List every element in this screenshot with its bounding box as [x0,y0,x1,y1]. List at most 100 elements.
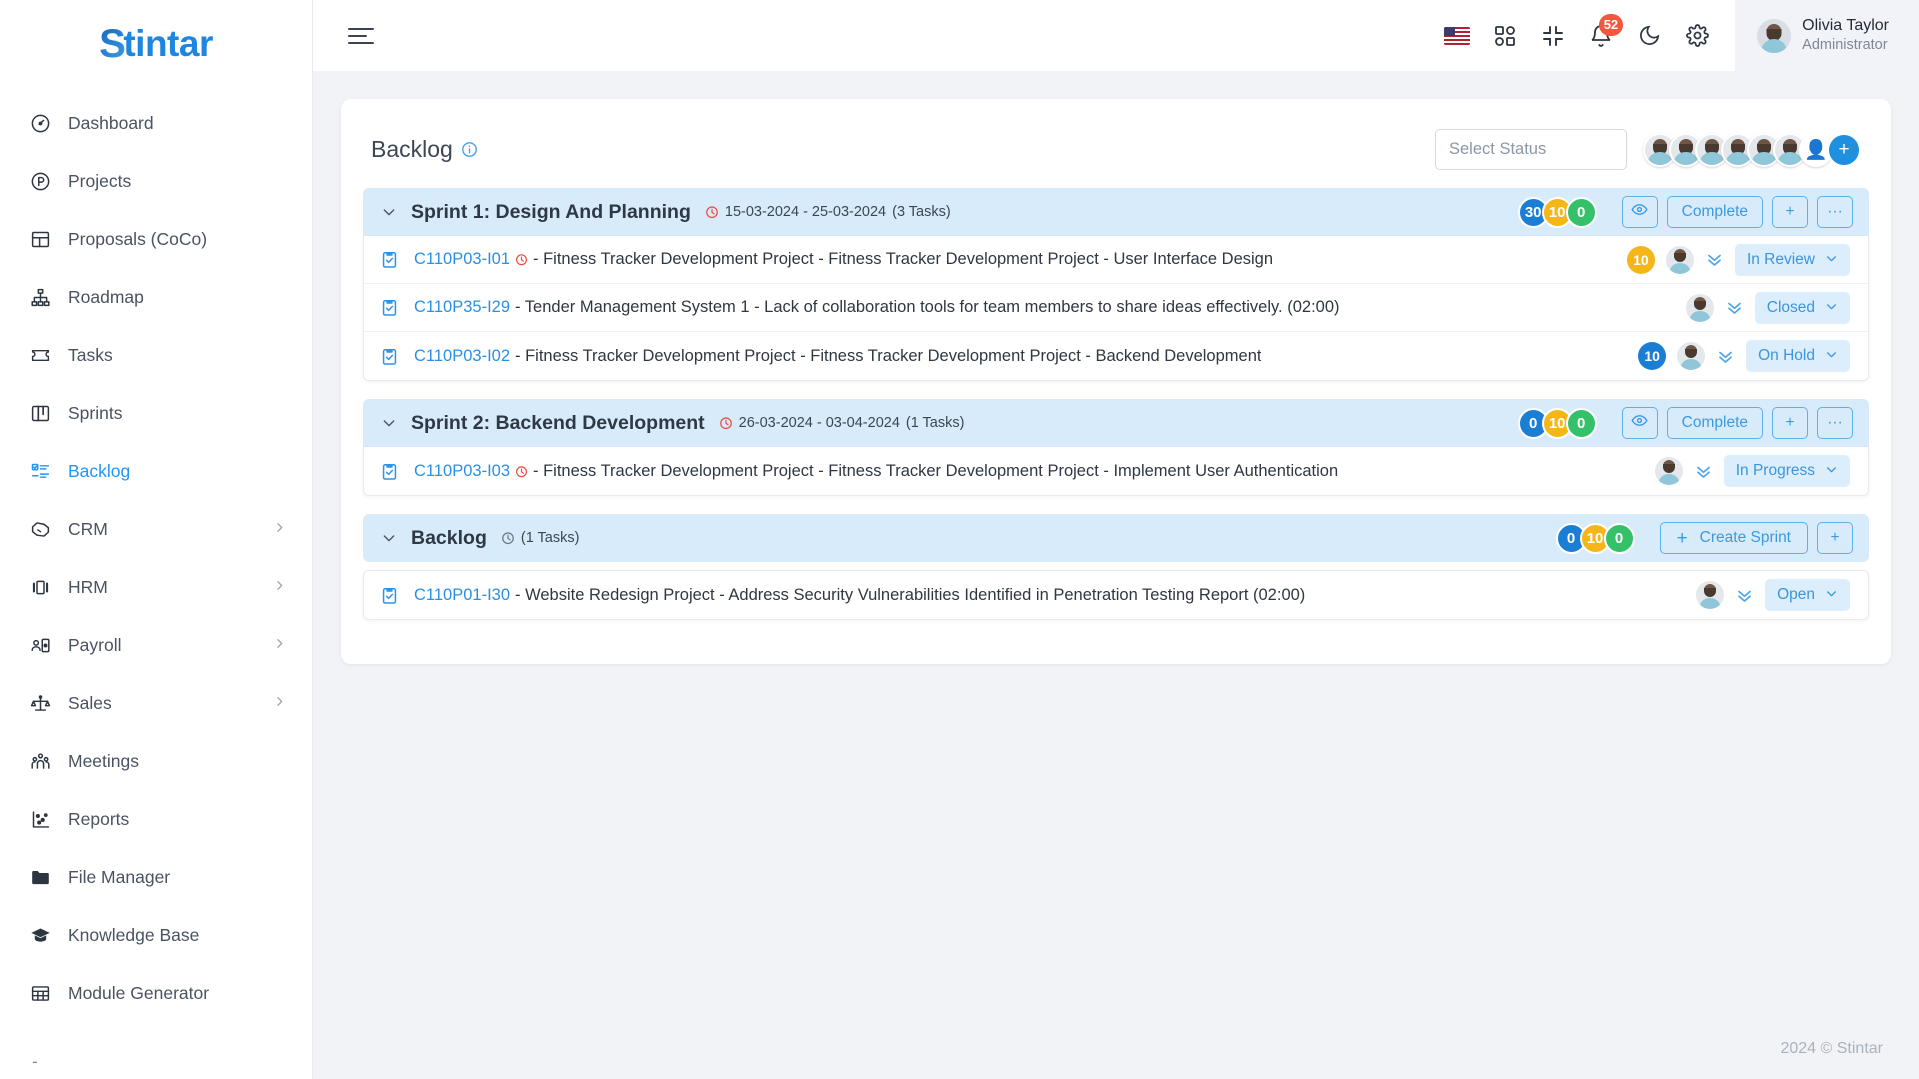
sprint-more-button[interactable]: ··· [1817,196,1853,228]
task-status-select[interactable]: In Review [1734,243,1850,276]
sidebar-item-payroll[interactable]: Payroll [0,616,312,674]
collapse-toggle-icon[interactable] [381,204,397,220]
sprint-complete-button[interactable]: Complete [1666,196,1763,228]
sidebar-item-backlog[interactable]: Backlog [0,442,312,500]
task-key[interactable]: C110P03-I01 [414,250,510,269]
language-selector[interactable] [1433,12,1481,60]
sidebar-item-label: Projects [68,170,132,191]
sidebar-item-hrm[interactable]: HRM [0,558,312,616]
sprint-task-count: (1 Tasks) [905,415,965,431]
double-chevron-down-icon[interactable] [1725,298,1744,317]
app-logo[interactable]: Stintar [0,0,312,88]
user-profile-menu[interactable]: Olivia Taylor Administrator [1735,0,1919,71]
apps-grid-icon[interactable] [1481,12,1529,60]
task-clipboard-icon [380,297,402,319]
sprint-group-header: Sprint 1: Design And Planning 15-03-2024… [363,188,1869,236]
sidebar-item-reports[interactable]: Reports [0,790,312,848]
task-key[interactable]: C110P03-I02 [414,347,510,366]
sidebar-item-meetings[interactable]: Meetings [0,732,312,790]
collapse-toggle-icon[interactable] [381,415,397,431]
sidebar-item-sales[interactable]: Sales [0,674,312,732]
collapse-toggle-icon[interactable] [381,530,397,546]
sidebar-item-file-manager[interactable]: File Manager [0,848,312,906]
double-chevron-down-icon[interactable] [1735,586,1754,605]
sidebar-trailing-dash: - [32,1052,38,1071]
plus-icon: + [1676,527,1688,549]
sidebar-item-crm[interactable]: CRM [0,500,312,558]
moon-icon[interactable] [1625,12,1673,60]
sidebar-item-tasks[interactable]: Tasks [0,326,312,384]
top-bar-actions: 52 Olivia Taylor Administrator [1433,0,1919,71]
add-member-button[interactable]: + [1827,132,1861,167]
sprint-add-task-button[interactable]: + [1772,196,1808,228]
backlog-add-task-button[interactable]: + [1817,522,1853,554]
create-sprint-label: Create Sprint [1699,529,1791,546]
chevron-down-icon [1825,463,1838,479]
task-status-select[interactable]: Closed [1754,291,1850,324]
sprint-stat-pills: 30 10 0 [1517,196,1597,228]
task-status-select[interactable]: In Progress [1723,455,1850,487]
chevron-down-icon [1825,348,1838,364]
task-status-select[interactable]: On Hold [1746,340,1850,372]
task-status-select[interactable]: Open [1765,579,1850,611]
task-assignee-avatar[interactable] [1654,457,1683,485]
create-sprint-button[interactable]: + Create Sprint [1659,522,1808,554]
info-icon[interactable] [461,141,478,158]
task-key[interactable]: C110P03-I03 [414,462,510,481]
sidebar-item-dashboard[interactable]: Dashboard [0,94,312,152]
task-assignee-avatar[interactable] [1685,293,1714,322]
task-key[interactable]: C110P35-I29 [414,298,510,317]
logo-wordmark: tintar [123,23,213,64]
grid-table-icon [30,983,60,1004]
member-avatar-stack: 👤 [1643,132,1833,167]
table-row[interactable]: C110P03-I02 - Fitness Tracker Developmen… [364,332,1868,380]
double-chevron-down-icon[interactable] [1694,462,1713,481]
sprint-group-header: Sprint 2: Backend Development 26-03-2024… [363,399,1869,447]
task-assignee-avatar[interactable] [1696,581,1725,609]
sprint-meta: (1 Tasks) [501,530,580,546]
sidebar-item-roadmap[interactable]: Roadmap [0,268,312,326]
gear-icon[interactable] [1673,12,1721,60]
chevron-down-icon [1825,252,1838,268]
double-chevron-down-icon[interactable] [1716,347,1735,366]
hamburger-icon[interactable] [348,27,382,44]
table-row[interactable]: C110P03-I03 - Fitness Tracker Developmen… [364,447,1868,495]
sprint-task-count: (3 Tasks) [892,204,951,220]
task-assignee-avatar[interactable] [1665,245,1694,274]
chevron-down-icon [1825,300,1838,316]
sprint-preview-button[interactable] [1621,196,1658,228]
sidebar-item-proposals-coco[interactable]: Proposals (CoCo) [0,210,312,268]
status-filter-select[interactable]: Select Status [1435,129,1627,170]
notifications-button[interactable]: 52 [1577,12,1625,60]
sidebar-item-sprints[interactable]: Sprints [0,384,312,442]
layout-icon [30,229,60,250]
task-story-points: 10 [1626,245,1655,274]
collapse-screen-icon[interactable] [1529,12,1577,60]
task-status-label: In Progress [1735,462,1815,479]
footer: 2024 © Stintar [313,1019,1919,1079]
task-clipboard-icon [380,345,402,367]
sidebar-item-module-generator[interactable]: Module Generator [0,964,312,1022]
task-status-label: On Hold [1758,347,1815,364]
sidebar-nav: Dashboard Projects Proposals (CoCo) Roadmap… [0,88,312,1045]
table-row[interactable]: C110P03-I01 - Fitness Tracker Developmen… [364,236,1868,284]
sidebar-item-projects[interactable]: Projects [0,152,312,210]
sidebar-item-label: Roadmap [68,286,144,307]
double-chevron-down-icon[interactable] [1705,250,1724,269]
carousel-icon [30,577,60,598]
sprint-name: Sprint 2: Backend Development [411,411,705,434]
sidebar-item-label: Tasks [68,344,113,365]
task-key[interactable]: C110P01-I30 [414,586,510,605]
sprint-add-task-button[interactable]: + [1772,407,1808,439]
sidebar-item-knowledge-base[interactable]: Knowledge Base [0,906,312,964]
sprint-complete-button[interactable]: Complete [1666,407,1763,439]
sprint-stat-pill: 0 [1565,407,1597,439]
backlog-card: Backlog Select Status 👤 + Sprint 1: Desi… [341,99,1891,664]
sprint-task-count: (1 Tasks) [520,530,580,546]
top-bar: 52 Olivia Taylor Administrator [313,0,1919,71]
sprint-preview-button[interactable] [1621,407,1658,439]
table-row[interactable]: C110P35-I29 - Tender Management System 1… [364,284,1868,332]
table-row[interactable]: C110P01-I30 - Website Redesign Project -… [364,571,1868,619]
sprint-more-button[interactable]: ··· [1817,407,1853,439]
task-assignee-avatar[interactable] [1677,342,1706,370]
